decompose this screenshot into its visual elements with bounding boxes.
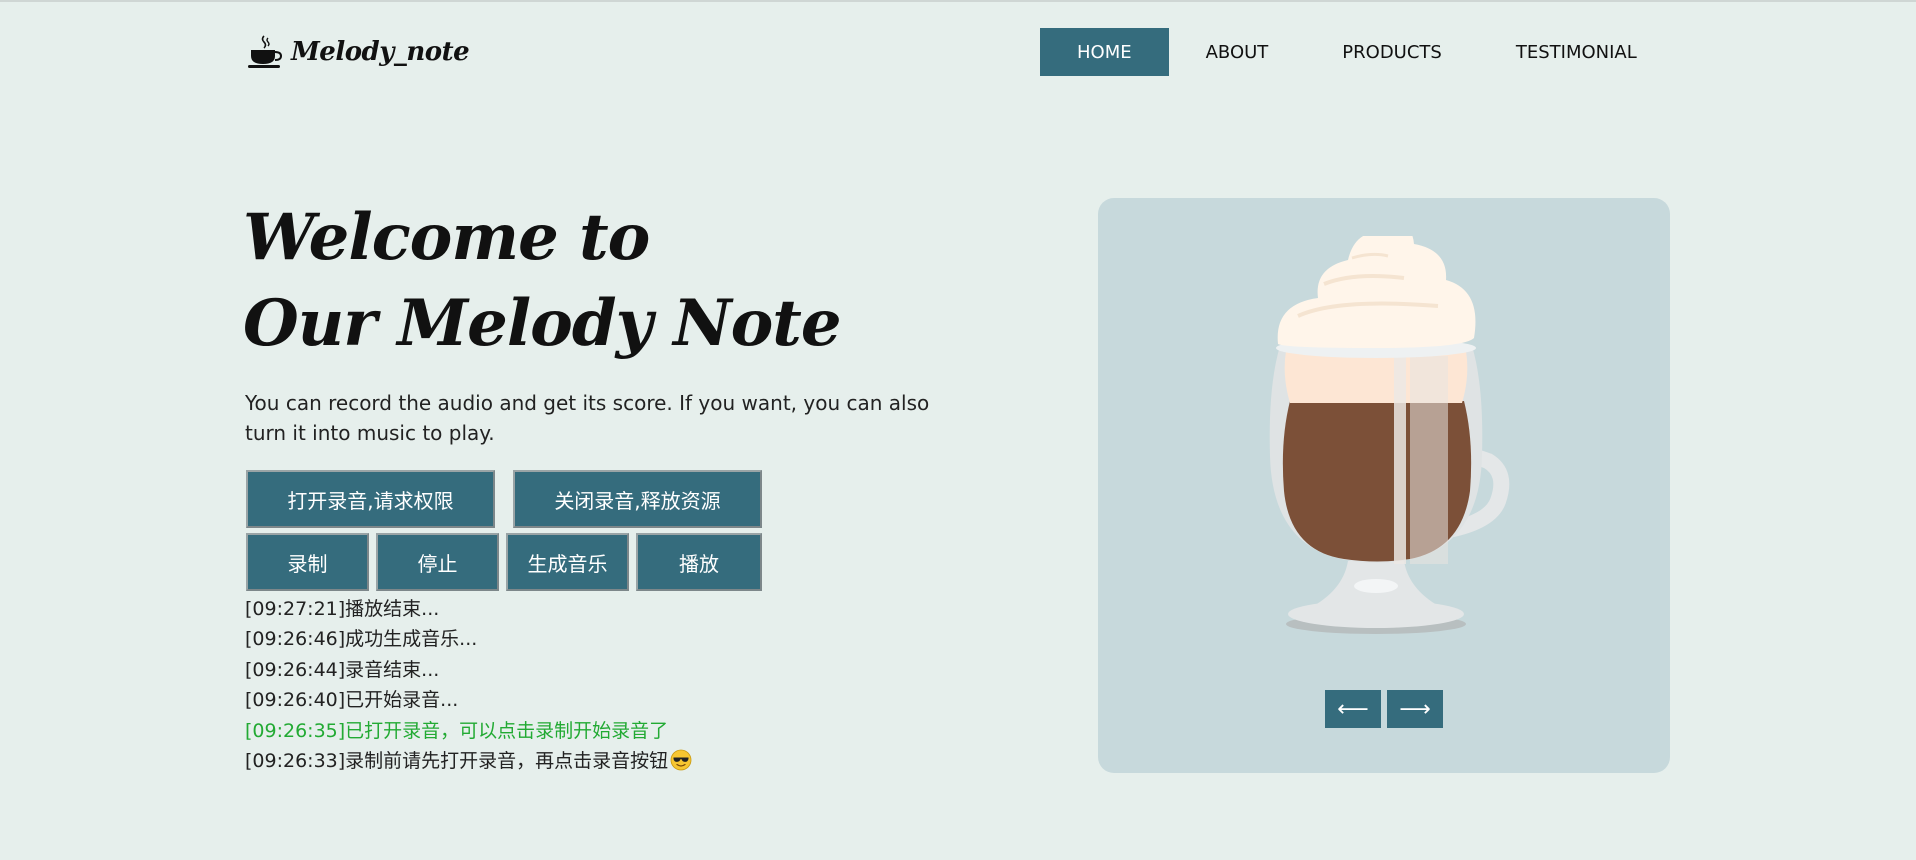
brand-name: Melody_note: [291, 37, 470, 67]
close-recorder-button[interactable]: 关闭录音,释放资源: [513, 470, 762, 528]
carousel-prev-button[interactable]: ⟵: [1325, 690, 1381, 728]
main-nav: HOME ABOUT PRODUCTS TESTIMONIAL: [1040, 28, 1674, 76]
hero-title-line2: Our Melody Note: [243, 286, 842, 361]
carousel-card: ⟵ ⟶: [1098, 198, 1670, 773]
status-log: [09:27:21]播放结束... [09:26:46]成功生成音乐... [0…: [245, 594, 692, 776]
site-header: Melody_note HOME ABOUT PRODUCTS TESTIMON…: [0, 0, 1916, 100]
irish-coffee-image: [1269, 236, 1510, 634]
coffee-cup-icon: [248, 35, 283, 68]
nav-home[interactable]: HOME: [1040, 28, 1169, 76]
arrow-right-icon: ⟶: [1399, 696, 1431, 722]
log-entry: [09:26:46]成功生成音乐...: [245, 628, 478, 651]
record-button[interactable]: 录制: [246, 533, 369, 591]
hero-description: You can record the audio and get its sco…: [245, 391, 930, 445]
nav-about[interactable]: ABOUT: [1169, 28, 1306, 76]
sunglasses-emoji-icon: [670, 749, 692, 771]
brand-logo[interactable]: Melody_note: [245, 32, 470, 72]
nav-testimonial[interactable]: TESTIMONIAL: [1479, 28, 1674, 76]
nav-products[interactable]: PRODUCTS: [1305, 28, 1479, 76]
play-button[interactable]: 播放: [636, 533, 762, 591]
log-entry: [09:26:40]已开始录音...: [245, 689, 459, 712]
log-entry-success: [09:26:35]已打开录音，可以点击录制开始录音了: [245, 719, 669, 742]
log-entry: [09:27:21]播放结束...: [245, 598, 440, 620]
arrow-left-icon: ⟵: [1337, 696, 1369, 722]
stop-button[interactable]: 停止: [376, 533, 499, 591]
generate-music-button[interactable]: 生成音乐: [506, 533, 629, 591]
log-entry-text: [09:26:33]录制前请先打开录音，再点击录音按钮: [245, 750, 669, 773]
hero-title: Welcome to Our Melody Note: [243, 195, 842, 367]
hero-title-line1: Welcome to: [243, 200, 650, 275]
carousel-next-button[interactable]: ⟶: [1387, 690, 1443, 728]
open-recorder-button[interactable]: 打开录音,请求权限: [246, 470, 495, 528]
log-entry: [09:26:33]录制前请先打开录音，再点击录音按钮: [245, 746, 692, 776]
log-entry: [09:26:44]录音结束...: [245, 658, 440, 681]
